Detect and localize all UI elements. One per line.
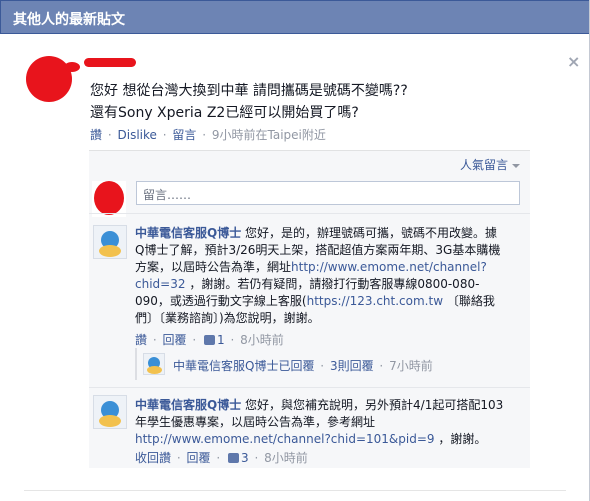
comment-2-actions: 收回讚 · 回覆 · 3 · 8小時前 [135,451,308,465]
comment-timestamp[interactable]: 8小時前 [240,333,284,347]
post-timestamp[interactable]: 9小時前在Taipei附近 [212,128,326,142]
dialog-titlebar: 其他人的最新貼文 [0,0,590,34]
comment-reply-link[interactable]: 回覆 [187,451,211,465]
comment-unlike-link[interactable]: 收回讚 [135,451,171,465]
comment-url[interactable]: http://www.emome.net/channel?chid=101&pi… [135,432,435,446]
like-count[interactable]: 1 [217,333,225,347]
replies-author[interactable]: 中華電信客服Q博士已回覆 [173,359,314,373]
replies-timestamp: 7小時前 [389,359,433,373]
comment-link[interactable]: 留言 [172,128,196,142]
post-line-1: 您好 想從台灣大換到中華 請問攜碼是號碼不變嗎?? [90,83,408,99]
close-icon[interactable]: × [567,52,580,71]
comment-author[interactable]: 中華電信客服Q博士 [135,226,241,240]
comment-1-actions: 讚 · 回覆 · 1 · 8小時前 [135,333,284,347]
sort-label: 人氣留言 [459,158,508,172]
comment-input-placeholder: 留言…… [143,188,192,202]
replies-count[interactable]: 3則回覆 [330,359,374,373]
caret-down-icon [512,163,520,168]
comment-timestamp[interactable]: 8小時前 [264,451,308,465]
post-actions: 讚 · Dislike · 留言 · 9小時前在Taipei附近 [90,128,326,142]
post-author-avatar[interactable] [24,52,80,104]
comment-1-body: 中華電信客服Q博士 您好，是的，辦理號碼可攜，號碼不用改變。據Q博士了解，預計3… [135,225,505,327]
cht-avatar[interactable] [93,395,127,429]
like-link[interactable]: 讚 [90,128,102,142]
redacted-name [84,58,136,67]
divider [89,213,530,214]
post-body: 您好 想從台灣大換到中華 請問攜碼是號碼不變嗎?? 還有Sony Xperia … [90,80,408,124]
comment-author[interactable]: 中華電信客服Q博士 [135,398,241,412]
sort-dropdown[interactable]: 人氣留言 [460,156,520,173]
cht-avatar[interactable] [93,225,127,259]
comment-input[interactable]: 留言…… [136,181,520,205]
commenter-avatar [92,181,126,217]
comment-url[interactable]: https://123.cht.com.tw [307,294,443,308]
comment-reply-link[interactable]: 回覆 [163,333,187,347]
thumbs-up-icon [204,335,215,345]
comment-text: ，謝謝。 [438,432,487,446]
thumbs-up-icon [228,453,239,463]
replies-summary[interactable]: 中華電信客服Q博士已回覆 · 3則回覆 · 7小時前 [135,348,519,380]
dialog-title: 其他人的最新貼文 [13,12,125,28]
dislike-link[interactable]: Dislike [118,128,157,142]
comment-2-body: 中華電信客服Q博士 您好，與您補充說明，另外預計4/1起可搭配103年學生優惠專… [135,397,505,448]
like-count[interactable]: 3 [241,451,249,465]
reply-avatar [143,353,165,375]
post-line-2: 還有Sony Xperia Z2已經可以開始買了嗎? [90,105,359,121]
replies-text: 中華電信客服Q博士已回覆 · 3則回覆 · 7小時前 [173,359,433,373]
divider [89,387,530,388]
comment-like-link[interactable]: 讚 [135,333,147,347]
divider [24,490,566,491]
comments-panel: 人氣留言 留言…… 中華電信客服Q博士 您好，是的，辦理號碼可攜，號碼不用改變。… [89,150,530,468]
